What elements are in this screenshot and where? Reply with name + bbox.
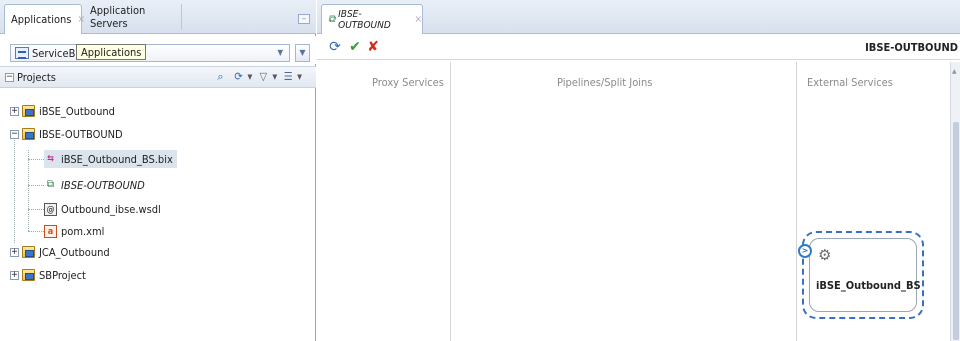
- expand-icon[interactable]: +: [10, 247, 19, 257]
- projects-header[interactable]: − Projects ⌕ ⟳ ▼ ▽ ▼ ☰ ▼: [0, 66, 316, 88]
- search-icon[interactable]: ⌕: [213, 70, 227, 84]
- expand-icon[interactable]: +: [10, 270, 19, 280]
- tree-item-label: IBSE-OUTBOUND: [39, 127, 123, 141]
- service-bus-app-icon: [15, 47, 29, 59]
- collapse-icon[interactable]: −: [5, 72, 14, 82]
- editor-toolbar: ⟳ ✔ ✘ IBSE-OUTBOUND: [317, 36, 960, 60]
- business-service-card[interactable]: ⚙ iBSE_Outbound_BS: [809, 238, 921, 312]
- tree-item-label: IBSE-OUTBOUND: [61, 178, 145, 192]
- page-title: IBSE-OUTBOUND: [865, 41, 958, 54]
- wsdl-file-icon: @: [44, 202, 57, 216]
- tree-item-project[interactable]: + SBProject: [10, 266, 86, 284]
- close-icon[interactable]: ×: [414, 14, 422, 25]
- project-folder-icon: [22, 246, 35, 258]
- scrollbar-thumb[interactable]: [953, 122, 959, 340]
- projects-toolbar: ⌕ ⟳ ▼ ▽ ▼ ☰ ▼: [213, 70, 302, 84]
- chevron-down-icon[interactable]: ▼: [272, 73, 277, 81]
- pipeline-icon: ⧉: [328, 14, 336, 25]
- pipeline-icon: ⧉: [46, 178, 55, 190]
- tree-item-label: JCA_Outbound: [39, 245, 110, 259]
- tab-application-servers-label: Application Servers: [90, 4, 146, 30]
- scroll-up-icon[interactable]: ▲: [952, 68, 957, 75]
- tree-item-label: pom.xml: [61, 224, 105, 238]
- check-icon[interactable]: ✔: [347, 39, 363, 55]
- application-navigator-panel: Applications × Application Servers – Ser…: [0, 0, 316, 341]
- vertical-scrollbar[interactable]: ▲: [950, 62, 960, 341]
- collapse-icon[interactable]: −: [10, 129, 19, 139]
- tree-item-label: iBSE_Outbound_BS.bix: [61, 152, 173, 166]
- tree-item-label: Outbound_ibse.wsdl: [61, 202, 161, 216]
- application-select[interactable]: ServiceBus ▼: [10, 44, 290, 62]
- application-menu-button[interactable]: ▼: [295, 44, 310, 62]
- overview-editor: ⧉ IBSE-OUTBOUND × ⟳ ✔ ✘ IBSE-OUTBOUND Pr…: [317, 0, 960, 341]
- tree-item-xml[interactable]: a pom.xml: [44, 222, 104, 240]
- editor-tab-bar: ⧉ IBSE-OUTBOUND ×: [317, 0, 960, 34]
- filter-icon[interactable]: ▽: [256, 70, 270, 84]
- tree-item-project[interactable]: + iBSE_Outbound: [10, 102, 115, 120]
- tree-item-label: SBProject: [39, 268, 86, 282]
- projects-label: Projects: [17, 70, 56, 84]
- tab-applications-label: Applications: [11, 13, 72, 26]
- tree-item-project[interactable]: − IBSE-OUTBOUND: [10, 125, 123, 143]
- column-header-pipelines: Pipelines/Split Joins: [557, 76, 653, 89]
- tree-item-pipeline[interactable]: ⧉ IBSE-OUTBOUND: [44, 176, 145, 194]
- column-divider: [796, 62, 797, 341]
- navigator-tab-bar: Applications × Application Servers –: [0, 0, 316, 34]
- external-service-node[interactable]: ⚙ iBSE_Outbound_BS >: [798, 231, 924, 319]
- chevron-down-icon[interactable]: ▼: [277, 48, 283, 57]
- business-service-icon: ⚙: [818, 246, 832, 264]
- tab-applications[interactable]: Applications ×: [4, 4, 85, 34]
- tree-item-business-service[interactable]: ⇆ iBSE_Outbound_BS.bix: [44, 150, 177, 168]
- expand-icon[interactable]: +: [10, 106, 19, 116]
- tab-ibse-outbound[interactable]: ⧉ IBSE-OUTBOUND ×: [321, 4, 423, 34]
- tree-item-wsdl[interactable]: @ Outbound_ibse.wsdl: [44, 200, 161, 218]
- sort-icon[interactable]: ☰: [281, 70, 295, 84]
- refresh-icon[interactable]: ⟳: [327, 39, 343, 55]
- cross-icon[interactable]: ✘: [365, 39, 381, 55]
- column-divider: [450, 62, 451, 341]
- service-port-icon[interactable]: >: [798, 244, 812, 258]
- chevron-down-icon[interactable]: ▼: [297, 73, 302, 81]
- project-folder-icon: [22, 105, 35, 117]
- application-selector-row: ServiceBus ▼ ▼: [0, 36, 316, 64]
- chevron-down-icon[interactable]: ▼: [247, 73, 252, 81]
- tab-application-servers[interactable]: Application Servers: [84, 4, 182, 30]
- tooltip: Applications: [76, 44, 147, 60]
- column-header-proxy-services: Proxy Services: [372, 76, 444, 89]
- minimize-icon[interactable]: –: [298, 14, 310, 24]
- project-folder-icon: [22, 269, 35, 281]
- xml-file-icon: a: [44, 224, 57, 238]
- sync-icon[interactable]: ⟳: [231, 70, 245, 84]
- tree-item-project[interactable]: + JCA_Outbound: [10, 243, 110, 261]
- project-folder-icon: [22, 128, 35, 140]
- business-service-icon: ⇆: [47, 153, 54, 164]
- column-header-external-services: External Services: [807, 76, 893, 89]
- tree-item-label: iBSE_Outbound: [39, 104, 115, 118]
- external-service-label: iBSE_Outbound_BS: [816, 279, 921, 292]
- editor-tab-label: IBSE-OUTBOUND: [338, 8, 391, 31]
